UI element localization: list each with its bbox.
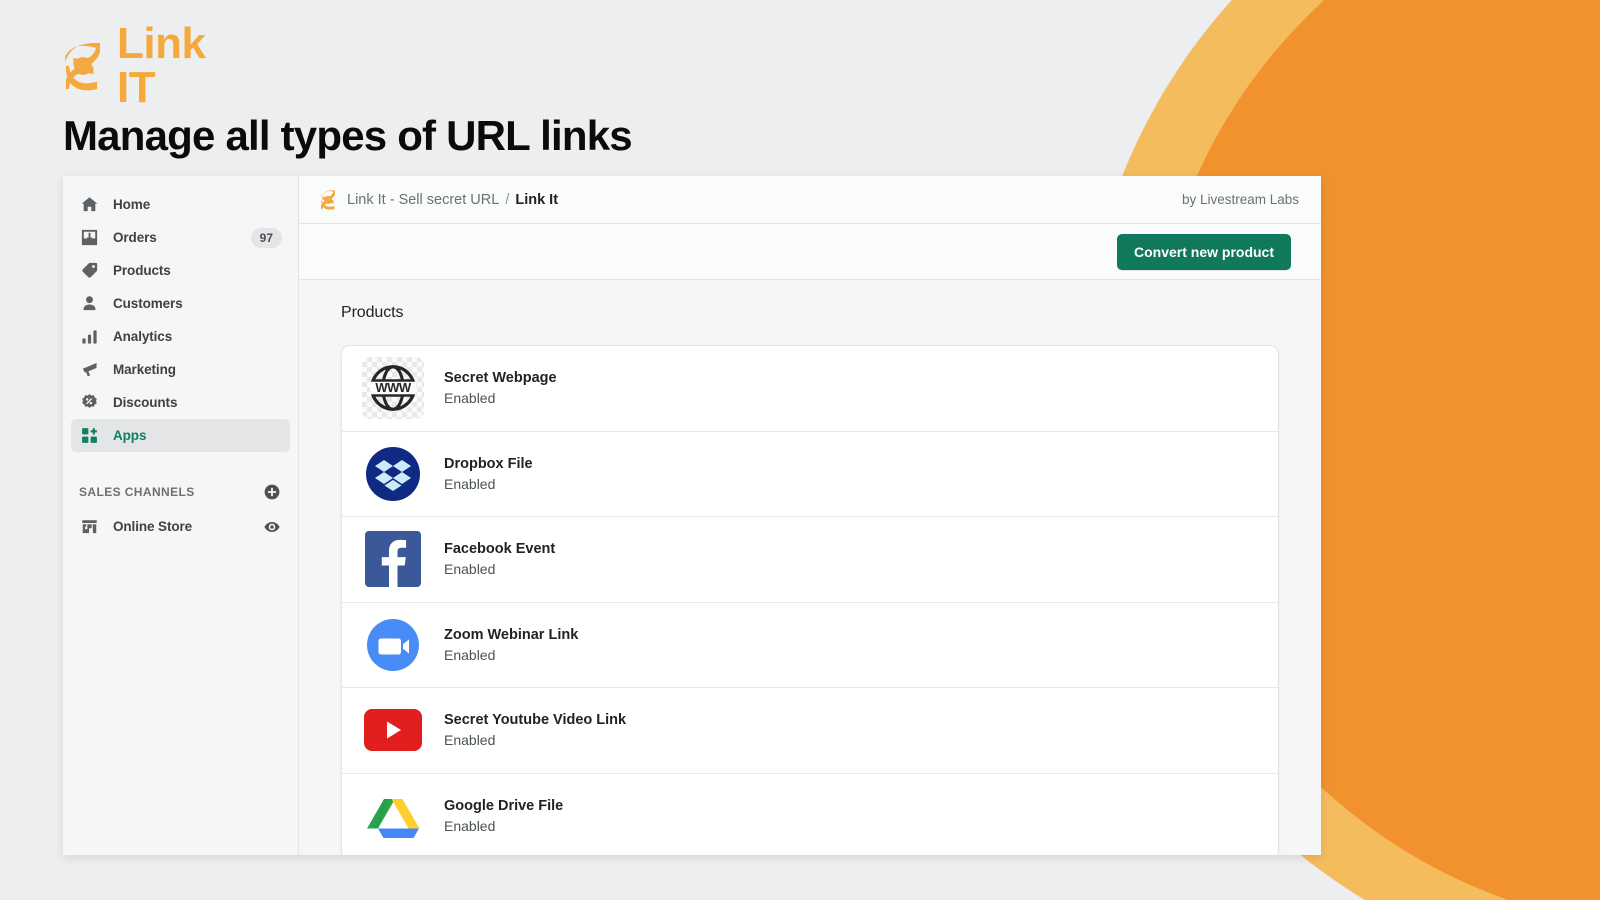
sidebar-item-label: Home (113, 197, 151, 212)
sales-channels-title: SALES CHANNELS (79, 485, 195, 499)
product-name: Dropbox File (444, 455, 533, 472)
breadcrumb-current: Link It (515, 191, 559, 208)
app-window: Home Orders 97 Products Customers Analyt… (63, 176, 1321, 855)
sidebar-item-label: Products (113, 263, 171, 278)
google-drive-icon (362, 785, 424, 848)
product-status: Enabled (444, 390, 496, 407)
product-status: Enabled (444, 732, 496, 749)
youtube-icon (362, 699, 424, 762)
product-status: Enabled (444, 561, 496, 578)
sidebar-item-orders[interactable]: Orders 97 (71, 221, 290, 254)
breadcrumb-author: by Livestream Labs (1181, 192, 1299, 207)
person-icon (79, 294, 99, 314)
convert-new-product-button[interactable]: Convert new product (1116, 233, 1291, 270)
product-name: Secret Youtube Video Link (444, 712, 627, 729)
product-status: Enabled (444, 646, 496, 663)
sidebar-item-label: Apps (113, 428, 147, 443)
www-globe-icon: WWW (362, 357, 424, 420)
list-item[interactable]: Google Drive File Enabled (342, 774, 1278, 856)
orders-icon (79, 228, 99, 248)
sidebar-item-apps[interactable]: Apps (71, 419, 290, 452)
product-name: Facebook Event (444, 541, 556, 558)
sales-channels-header: SALES CHANNELS (71, 478, 290, 506)
product-name: Secret Webpage (444, 370, 557, 387)
products-section-title: Products (341, 304, 404, 321)
sidebar-item-marketing[interactable]: Marketing (71, 353, 290, 386)
content-area: Products WWW Secret Webpage Enabled Drop… (299, 280, 1321, 855)
tag-icon (79, 261, 99, 281)
page-title: Manage all types of URL links (63, 112, 633, 159)
sidebar-item-online-store[interactable]: Online Store (71, 510, 290, 543)
brand-logo: Link IT (63, 22, 219, 110)
megaphone-icon (79, 360, 99, 380)
bar-chart-icon (79, 327, 99, 347)
list-item[interactable]: Facebook Event Enabled (342, 517, 1278, 603)
sidebar-item-label: Marketing (113, 362, 176, 377)
list-item[interactable]: WWW Secret Webpage Enabled (342, 346, 1278, 432)
action-bar: Convert new product (299, 224, 1321, 280)
product-name: Zoom Webinar Link (444, 626, 579, 643)
list-item[interactable]: Dropbox File Enabled (342, 432, 1278, 517)
main-panel: Link It - Sell secret URL / Link It by L… (299, 176, 1321, 855)
sidebar-item-discounts[interactable]: Discounts (71, 386, 290, 419)
linkit-s-small-icon (321, 189, 335, 210)
sidebar-item-products[interactable]: Products (71, 254, 290, 287)
product-status: Enabled (444, 475, 496, 492)
sidebar-item-label: Discounts (113, 395, 178, 410)
orders-count-badge: 97 (250, 227, 282, 248)
dropbox-icon (362, 442, 424, 505)
discount-icon (79, 393, 99, 413)
product-name: Google Drive File (444, 798, 564, 815)
breadcrumb: Link It - Sell secret URL / Link It by L… (299, 176, 1321, 224)
plus-circle-icon[interactable] (262, 482, 282, 502)
sidebar-item-label: Online Store (113, 519, 193, 534)
svg-text:WWW: WWW (375, 380, 412, 395)
sidebar-item-customers[interactable]: Customers (71, 287, 290, 320)
sidebar-item-home[interactable]: Home (71, 188, 290, 221)
sidebar-item-label: Customers (113, 296, 183, 311)
zoom-icon (362, 613, 424, 676)
list-item[interactable]: Zoom Webinar Link Enabled (342, 603, 1278, 688)
storefront-icon (79, 517, 99, 537)
breadcrumb-separator: / (505, 191, 510, 208)
sidebar-item-analytics[interactable]: Analytics (71, 320, 290, 353)
brand-wordmark: Link IT (117, 19, 206, 112)
products-list: WWW Secret Webpage Enabled Dropbox File … (341, 345, 1279, 855)
apps-grid-plus-icon (79, 426, 99, 446)
list-item[interactable]: Secret Youtube Video Link Enabled (342, 688, 1278, 774)
breadcrumb-app-name[interactable]: Link It - Sell secret URL (347, 192, 499, 208)
sidebar-item-label: Analytics (113, 329, 173, 344)
sidebar-item-label: Orders (113, 230, 157, 245)
sidebar: Home Orders 97 Products Customers Analyt… (63, 176, 299, 855)
eye-icon[interactable] (262, 517, 282, 537)
facebook-icon (362, 528, 424, 591)
home-icon (79, 195, 99, 215)
linkit-s-logo-icon (65, 42, 101, 91)
product-status: Enabled (444, 818, 496, 835)
